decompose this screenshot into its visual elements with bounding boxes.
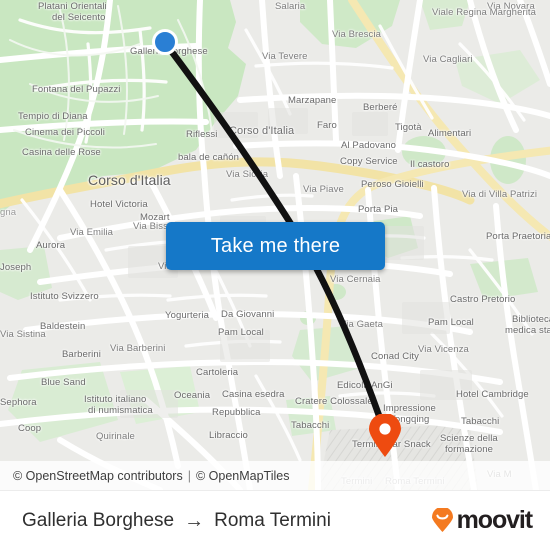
moovit-pin-icon <box>431 508 453 532</box>
moovit-logo[interactable]: moovit <box>431 506 533 535</box>
origin-marker[interactable] <box>152 29 178 55</box>
arrow-right-icon: → <box>184 509 205 532</box>
take-me-there-button[interactable]: Take me there <box>166 222 385 270</box>
map-attribution: © OpenStreetMap contributors | © OpenMap… <box>0 461 550 490</box>
openmaptiles-attribution[interactable]: © OpenMapTiles <box>196 469 290 483</box>
osm-attribution[interactable]: © OpenStreetMap contributors <box>13 469 183 483</box>
attribution-separator: | <box>187 468 191 483</box>
destination-label: Roma Termini <box>214 509 331 531</box>
origin-label: Galleria Borghese <box>22 509 175 531</box>
map-canvas[interactable]: Platani Orientali del Seicento Galleria Bo… <box>0 0 550 490</box>
trip-summary: Galleria Borghese → Roma Termini <box>22 510 331 532</box>
moovit-trip-map-screen: Platani Orientali del Seicento Galleria Bo… <box>0 0 550 550</box>
take-me-there-label: Take me there <box>210 234 341 257</box>
trip-footer: Galleria Borghese → Roma Termini moovit <box>0 490 550 550</box>
moovit-wordmark: moovit <box>456 506 533 534</box>
destination-marker[interactable] <box>368 414 402 458</box>
